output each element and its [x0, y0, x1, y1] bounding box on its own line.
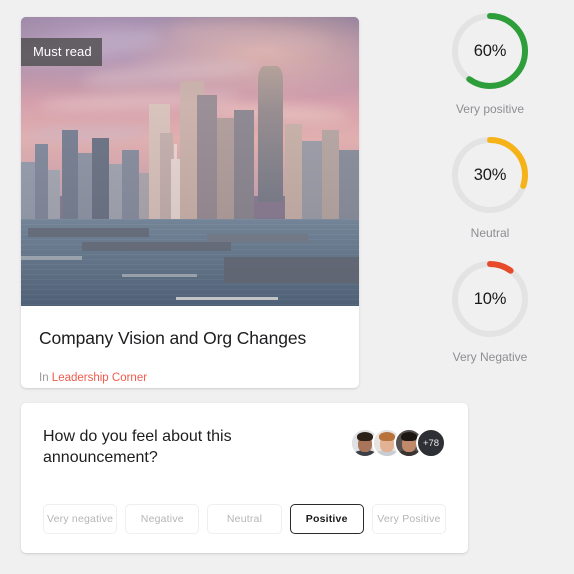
poll-option-very-positive[interactable]: Very Positive — [371, 504, 447, 535]
article-title[interactable]: Company Vision and Org Changes — [39, 328, 341, 349]
gauge-label: Neutral — [470, 226, 510, 240]
gauge-value: 60% — [473, 41, 507, 60]
avatar-hair — [400, 432, 418, 442]
poll-option-neutral[interactable]: Neutral — [207, 504, 282, 535]
avatar-overflow-count[interactable]: +78 — [416, 428, 446, 458]
avatar-hair — [356, 432, 374, 442]
gauge-ring: 60% — [449, 10, 531, 92]
sentiment-gauges: 60% Very positive 30% Neutral 10% Very N… — [420, 10, 560, 382]
space-link[interactable]: Leadership Corner — [52, 372, 147, 384]
poll-option-positive[interactable]: Positive — [289, 504, 364, 535]
gauge-label: Very Negative — [452, 350, 528, 364]
poll-header: How do you feel about this announcement? — [21, 403, 468, 468]
gauge-very-positive: 60% Very positive — [420, 10, 560, 116]
gauge-very-negative: 10% Very Negative — [420, 258, 560, 364]
article-hero-image: Must read — [21, 17, 359, 306]
participant-avatars[interactable]: +78 — [350, 426, 446, 458]
gauge-value: 30% — [473, 165, 507, 184]
gauge-value: 10% — [473, 289, 507, 308]
must-read-badge: Must read — [21, 38, 102, 66]
gauge-neutral: 30% Neutral — [420, 134, 560, 240]
poll-question: How do you feel about this announcement? — [43, 428, 232, 467]
poll-option-negative[interactable]: Negative — [125, 504, 200, 535]
article-meta: In Leadership Corner — [39, 372, 341, 384]
article-meta-prefix: In — [39, 372, 49, 384]
avatar-hair — [378, 432, 396, 442]
article-card[interactable]: Must read Company Vision and Org Changes… — [21, 17, 359, 388]
poll-card: How do you feel about this announcement? — [21, 403, 468, 553]
gauge-label: Very positive — [455, 102, 525, 116]
poll-options: Very negative Negative Neutral Positive … — [21, 504, 468, 535]
article-body: Company Vision and Org Changes In Leader… — [21, 306, 359, 384]
gauge-ring: 10% — [449, 258, 531, 340]
gauge-ring: 30% — [449, 134, 531, 216]
poll-option-very-negative[interactable]: Very negative — [43, 504, 118, 535]
